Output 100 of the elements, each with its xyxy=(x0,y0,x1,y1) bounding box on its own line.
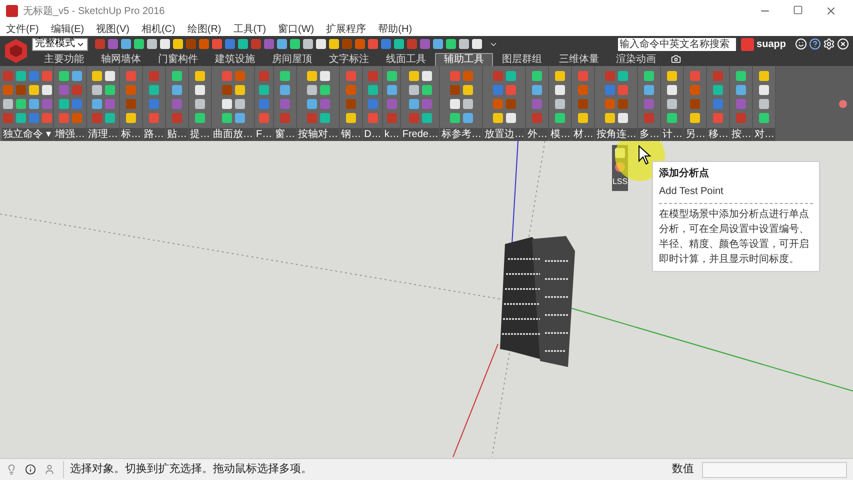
toolbar-group-label[interactable]: 移… xyxy=(707,128,730,141)
toolbar-group-label[interactable]: 窗… xyxy=(274,128,296,141)
lightbulb-icon[interactable] xyxy=(6,464,17,475)
tool-icon[interactable] xyxy=(422,113,432,123)
tool-icon[interactable] xyxy=(759,113,770,123)
tab[interactable]: 房间屋顶 xyxy=(264,53,320,66)
toolbar-group-label[interactable]: 多… xyxy=(638,128,660,141)
menu-item[interactable]: 扩展程序 xyxy=(326,22,366,36)
toolbar-group-label[interactable]: 独立命令 ▾ xyxy=(2,128,53,141)
person-icon[interactable] xyxy=(44,464,55,475)
tool-icon[interactable] xyxy=(555,71,566,81)
tool-icon[interactable] xyxy=(306,71,317,81)
tool-icon[interactable] xyxy=(280,85,290,95)
toolbar-group-label[interactable]: 曲面放… xyxy=(212,128,254,141)
toolbar-group-label[interactable]: 另… xyxy=(684,128,706,141)
tab[interactable]: 建筑设施 xyxy=(207,53,263,66)
tool-icon[interactable] xyxy=(462,99,473,109)
tool-icon[interactable] xyxy=(492,113,503,123)
toolbar-group-label[interactable]: F… xyxy=(255,128,274,141)
tool-icon[interactable] xyxy=(667,113,678,123)
tool-icon[interactable] xyxy=(667,71,678,81)
tool-icon[interactable] xyxy=(408,71,419,81)
tab[interactable]: 主要功能 xyxy=(36,53,92,66)
toolbar-group-label[interactable]: 外… xyxy=(526,128,548,141)
toolbar-group-label[interactable]: 标参考… xyxy=(440,128,482,141)
tool-icon[interactable] xyxy=(667,99,678,109)
tool-icon[interactable] xyxy=(368,85,378,95)
toolbar-group-label[interactable]: 模… xyxy=(549,128,572,141)
tool-icon[interactable] xyxy=(506,113,516,123)
camera-icon[interactable] xyxy=(671,54,681,64)
toolbar-group-label[interactable]: 路… xyxy=(143,128,165,141)
tool-icon[interactable] xyxy=(644,85,654,95)
tool-icon[interactable] xyxy=(578,113,588,123)
tool-icon[interactable] xyxy=(462,85,473,95)
toolbar-group-label[interactable]: 清理… xyxy=(87,128,119,141)
tool-icon[interactable] xyxy=(386,71,397,81)
menu-item[interactable]: 相机(C) xyxy=(141,22,176,36)
tool-icon[interactable] xyxy=(736,71,746,81)
menu-item[interactable]: 文件(F) xyxy=(6,22,39,36)
tool-icon[interactable] xyxy=(555,85,566,95)
tool-icon[interactable] xyxy=(736,85,746,95)
tool-icon[interactable] xyxy=(555,113,566,123)
tab[interactable]: 三维体量 xyxy=(551,53,607,66)
tab[interactable]: 渲染动画 xyxy=(608,53,664,66)
tool-icon[interactable] xyxy=(690,113,700,123)
toolbar-group-label[interactable]: 贴… xyxy=(166,128,188,141)
tool-icon[interactable] xyxy=(259,85,270,95)
settings-icon[interactable] xyxy=(823,38,835,50)
toolbar-group-label[interactable]: Frede… xyxy=(401,128,440,141)
tab[interactable]: 轴网墙体 xyxy=(93,53,149,66)
tool-icon[interactable] xyxy=(320,113,330,123)
tool-icon[interactable] xyxy=(306,85,317,95)
tab[interactable]: 辅助工具 xyxy=(435,53,493,66)
smiley-icon[interactable] xyxy=(795,38,807,50)
tool-icon[interactable] xyxy=(408,99,419,109)
close-icon[interactable] xyxy=(837,38,849,50)
value-input-field[interactable] xyxy=(702,462,847,478)
help-icon[interactable] xyxy=(809,38,821,50)
toolbar-group-label[interactable]: 提… xyxy=(189,128,211,141)
toolbar-group-label[interactable]: k… xyxy=(383,128,400,141)
menu-item[interactable]: 工具(T) xyxy=(233,22,266,36)
menu-item[interactable]: 窗口(W) xyxy=(278,22,314,36)
3d-viewport[interactable]: LSS 添加分析点 Add Test Point 在模型场景中添加分析点进行单点分析，可在全局设置中设置编号、半径、精度、颜色等设置，可开启即时计算，并且显示时间标度。 xyxy=(0,141,853,458)
tool-icon[interactable] xyxy=(644,71,654,81)
tab[interactable]: 文字标注 xyxy=(321,53,377,66)
toolbar-group-label[interactable]: 对… xyxy=(753,128,776,141)
tool-icon[interactable] xyxy=(759,99,770,109)
tool-icon[interactable] xyxy=(306,99,317,109)
menu-item[interactable]: 视图(V) xyxy=(96,22,130,36)
tool-icon[interactable] xyxy=(532,71,542,81)
tab[interactable]: 线面工具 xyxy=(378,53,434,66)
toolbar-group-label[interactable]: 钢… xyxy=(340,128,362,141)
tool-icon[interactable] xyxy=(667,85,678,95)
mode-select[interactable]: 完整模式 xyxy=(32,38,88,50)
tool-icon[interactable] xyxy=(320,85,330,95)
tab[interactable]: 图层群组 xyxy=(494,53,550,66)
tool-icon[interactable] xyxy=(713,85,724,95)
tool-icon[interactable] xyxy=(450,99,460,109)
tool-icon[interactable] xyxy=(450,113,460,123)
info-icon[interactable] xyxy=(25,464,36,475)
tool-icon[interactable] xyxy=(422,85,432,95)
tool-icon[interactable] xyxy=(532,85,542,95)
tool-icon[interactable] xyxy=(604,113,615,123)
tool-icon[interactable] xyxy=(506,71,516,81)
toolbar-group-label[interactable]: 材… xyxy=(572,128,594,141)
tool-icon[interactable] xyxy=(320,71,330,81)
toolbar-group-label[interactable]: 计… xyxy=(661,128,684,141)
close-icon[interactable] xyxy=(825,5,837,17)
tool-icon[interactable] xyxy=(462,113,473,123)
tab[interactable]: 门窗构件 xyxy=(150,53,206,66)
toolbar-group-label[interactable]: 标… xyxy=(120,128,142,141)
toolbar-group-label[interactable]: 按角连… xyxy=(595,128,638,141)
tool-icon[interactable] xyxy=(555,99,566,109)
toolbar-group-label[interactable]: 放置边… xyxy=(483,128,526,141)
tool-icon[interactable] xyxy=(386,85,397,95)
tool-icon[interactable] xyxy=(759,71,770,81)
toolbar-group-label[interactable]: 按… xyxy=(730,128,752,141)
tool-icon[interactable] xyxy=(408,85,419,95)
tool-icon[interactable] xyxy=(280,71,290,81)
tool-icon[interactable] xyxy=(422,71,432,81)
